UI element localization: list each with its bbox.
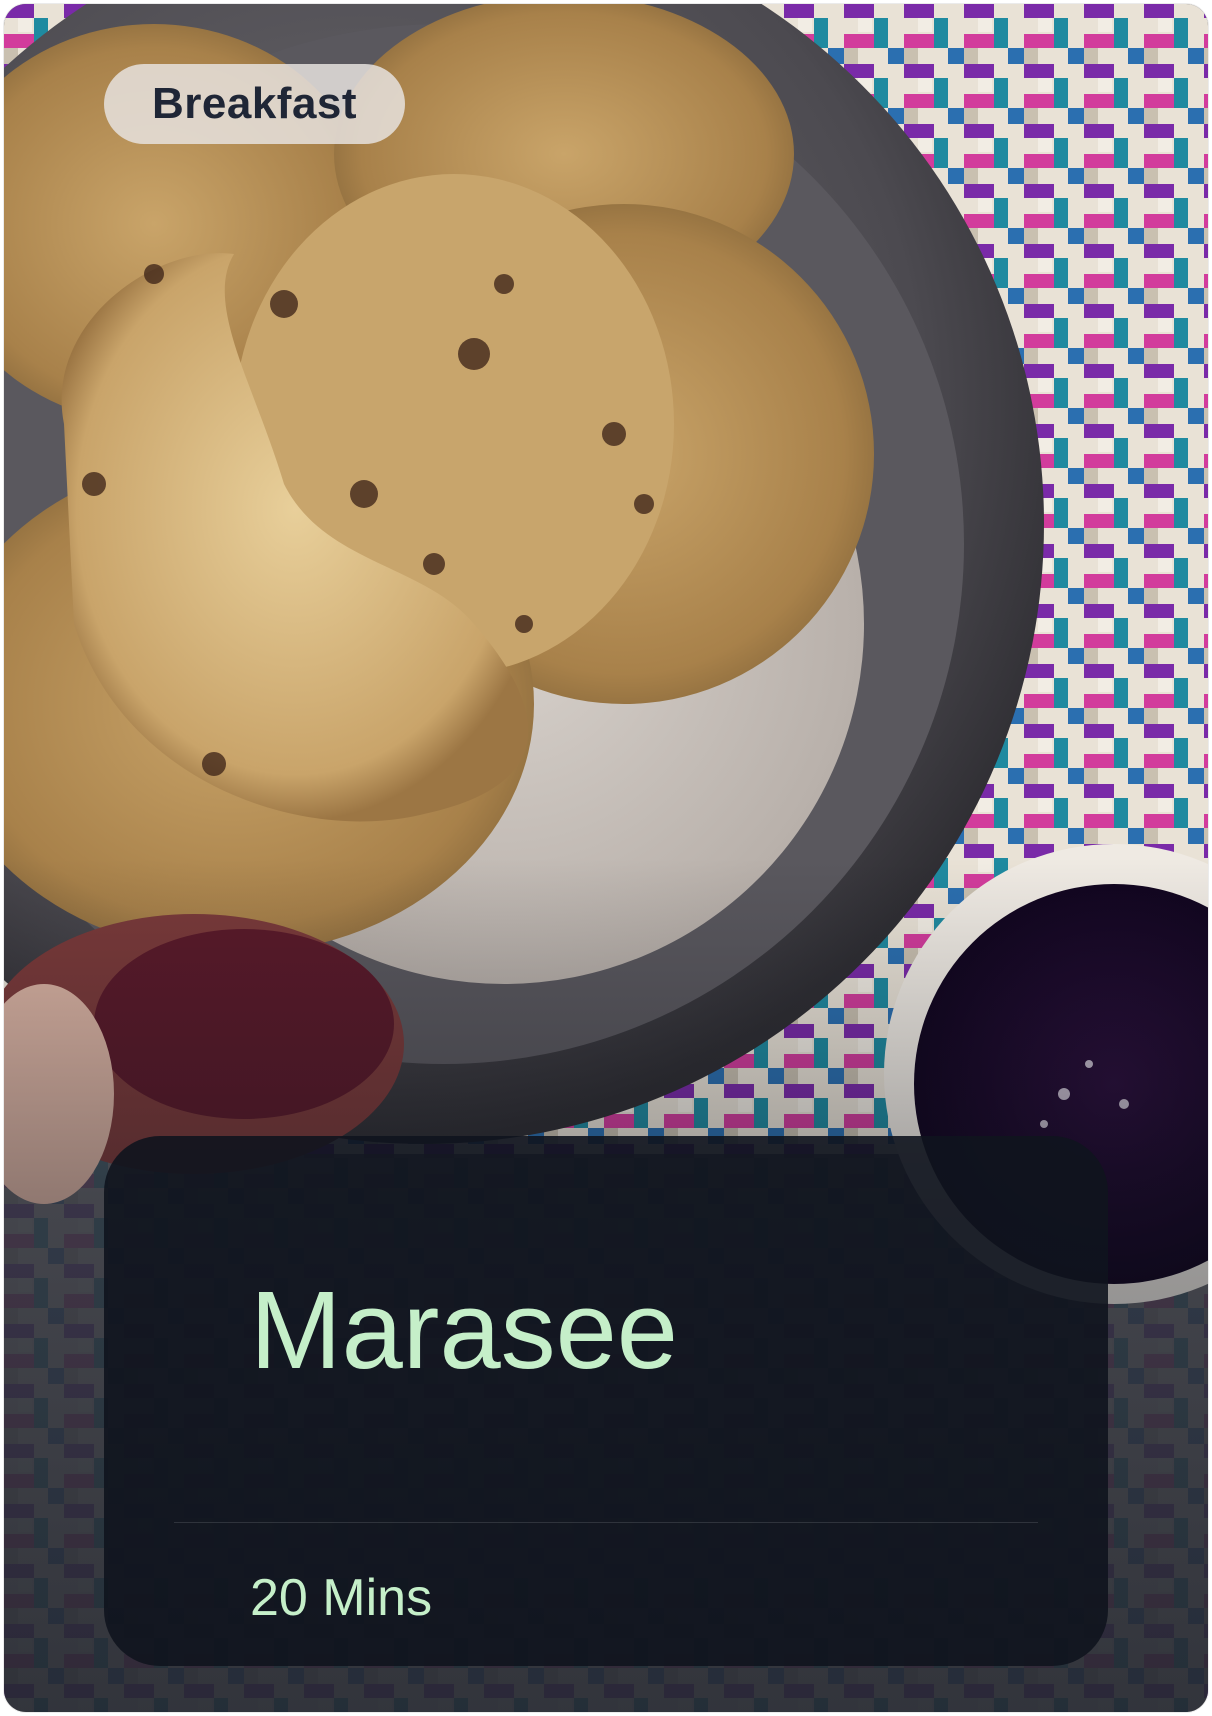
cook-time: 20 Mins bbox=[250, 1569, 433, 1627]
recipe-card[interactable]: Breakfast Marasee 20 Mins bbox=[4, 4, 1208, 1712]
recipe-info-panel: Marasee 20 Mins bbox=[104, 1136, 1108, 1666]
category-badge[interactable]: Breakfast bbox=[104, 64, 406, 144]
divider bbox=[174, 1522, 1038, 1523]
recipe-title: Marasee bbox=[250, 1269, 678, 1392]
